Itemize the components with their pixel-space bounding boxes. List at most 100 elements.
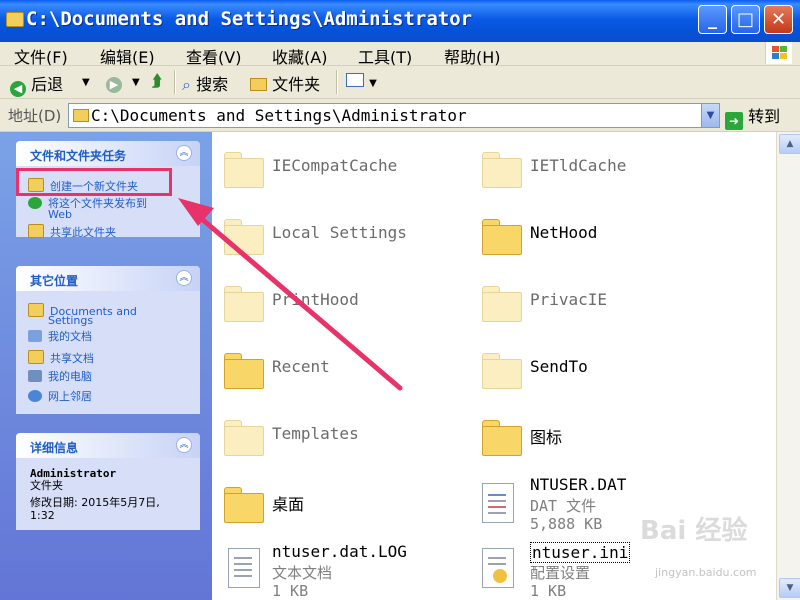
file-size: 1 KB	[530, 582, 567, 600]
views-button[interactable]: ▼	[346, 71, 377, 90]
details-modified-time: 1:32	[30, 509, 55, 522]
menu-favorites[interactable]: 收藏(A)	[272, 44, 327, 68]
tasks-panel-header[interactable]: 文件和文件夹任务 ︽	[16, 141, 200, 166]
file-name: NTUSER.DAT	[530, 475, 627, 494]
details-panel-header[interactable]: 详细信息 ︽	[16, 433, 200, 458]
file-item[interactable]: ntuser.dat.LOG 文本文档 1 KB	[224, 542, 454, 600]
details-panel-title: 详细信息	[30, 441, 79, 455]
folder-icon	[224, 286, 264, 322]
file-item[interactable]: Recent	[224, 353, 454, 393]
folder-icon	[73, 109, 89, 122]
up-folder-icon[interactable]: ⮭	[152, 71, 161, 91]
explorer-window: C:\Documents and Settings\Administrator …	[0, 0, 800, 600]
folder-icon	[224, 353, 264, 389]
place-my-computer[interactable]: 我的电脑	[28, 370, 92, 383]
details-type: 文件夹	[30, 479, 63, 492]
file-type: 文本文档	[272, 564, 333, 582]
back-arrow-icon: ◀	[10, 81, 26, 97]
file-item[interactable]: PrivacIE	[482, 286, 712, 326]
text-file-icon	[228, 548, 260, 588]
config-file-icon	[482, 548, 514, 588]
close-button[interactable]: ✕	[764, 5, 793, 34]
file-type: DAT 文件	[530, 497, 597, 515]
maximize-button[interactable]: □	[731, 5, 760, 34]
publish-web-link[interactable]: 将这个文件夹发布到	[28, 197, 147, 210]
go-button[interactable]: ➜ 转到	[725, 103, 780, 130]
collapse-icon[interactable]: ︽	[176, 145, 192, 161]
place-shared-documents[interactable]: 共享文档	[28, 350, 94, 365]
file-name: PrivacIE	[530, 290, 608, 309]
search-button[interactable]: ⌕ 搜索	[182, 71, 228, 95]
go-label: 转到	[748, 107, 781, 126]
folders-button[interactable]: 文件夹	[250, 71, 320, 95]
scroll-up-icon[interactable]: ▲	[779, 134, 800, 154]
menu-tools[interactable]: 工具(T)	[358, 44, 412, 68]
publish-web-label-line2[interactable]: Web	[48, 209, 72, 221]
task-pane: 文件和文件夹任务 ︽ 创建一个新文件夹 将这个文件夹发布到 Web 共享此文件夹…	[0, 132, 212, 600]
address-bar: 地址(D) C:\Documents and Settings\Administ…	[0, 99, 800, 132]
address-dropdown-icon[interactable]: ▼	[701, 104, 719, 127]
details-modified: 修改日期: 2015年5月7日,	[30, 496, 160, 509]
folder-icon	[482, 152, 522, 188]
toolbar-separator	[336, 70, 338, 94]
file-item[interactable]: Templates	[224, 420, 454, 460]
file-name: Recent	[272, 357, 330, 376]
place-my-documents-label: 我的文档	[48, 330, 92, 343]
folder-icon	[28, 303, 44, 317]
folder-icon	[224, 219, 264, 255]
folder-icon	[224, 420, 264, 456]
file-item[interactable]: 桌面	[224, 487, 454, 527]
file-item[interactable]: SendTo	[482, 353, 712, 393]
network-icon	[28, 390, 42, 402]
file-size: 5,888 KB	[530, 515, 603, 533]
folder-icon	[6, 12, 24, 27]
forward-dropdown-icon[interactable]: ▼	[132, 77, 140, 88]
file-item[interactable]: PrintHood	[224, 286, 454, 326]
file-name: 图标	[530, 428, 563, 447]
toolbar: ◀ 后退 ▼ ▶ ▼ ⮭ ⌕ 搜索 文件夹 ▼	[0, 66, 800, 99]
file-name: IETldCache	[530, 156, 627, 175]
address-value: C:\Documents and Settings\Administrator	[91, 106, 467, 125]
file-name: IECompatCache	[272, 156, 398, 175]
places-panel-title: 其它位置	[30, 274, 79, 288]
title-bar[interactable]: C:\Documents and Settings\Administrator …	[0, 0, 800, 43]
collapse-icon[interactable]: ︽	[176, 437, 192, 453]
share-folder-icon	[28, 224, 44, 238]
window-title: C:\Documents and Settings\Administrator	[26, 8, 473, 30]
vertical-scrollbar[interactable]: ▲ ▼	[776, 132, 800, 600]
place-my-documents[interactable]: 我的文档	[28, 330, 92, 343]
file-name: 桌面	[272, 495, 305, 514]
place-documents-settings-line2[interactable]: Settings	[48, 315, 93, 327]
place-network[interactable]: 网上邻居	[28, 390, 92, 403]
address-input[interactable]: C:\Documents and Settings\Administrator …	[68, 103, 720, 128]
my-documents-icon	[28, 330, 42, 342]
back-label: 后退	[31, 75, 64, 94]
back-button[interactable]: ◀ 后退	[10, 71, 63, 97]
places-panel-header[interactable]: 其它位置 ︽	[16, 266, 200, 291]
folder-icon	[482, 420, 522, 456]
file-item[interactable]: Local Settings	[224, 219, 454, 259]
my-computer-icon	[28, 370, 42, 382]
file-name: ntuser.ini	[530, 542, 631, 563]
forward-arrow-icon: ▶	[106, 77, 122, 93]
file-name: ntuser.dat.LOG	[272, 542, 407, 561]
scroll-down-icon[interactable]: ▼	[779, 578, 800, 598]
back-dropdown-icon[interactable]: ▼	[82, 77, 90, 88]
file-item[interactable]: IETldCache	[482, 152, 712, 192]
file-item[interactable]: NetHood	[482, 219, 712, 259]
views-icon	[346, 73, 364, 87]
minimize-button[interactable]: _	[698, 5, 727, 34]
share-folder-link[interactable]: 共享此文件夹	[28, 224, 116, 239]
file-item[interactable]: 图标	[482, 420, 712, 460]
forward-button[interactable]: ▶	[106, 71, 122, 93]
file-item[interactable]: IECompatCache	[224, 152, 454, 192]
toolbar-separator	[174, 70, 176, 94]
menu-file[interactable]: 文件(F)	[14, 44, 68, 68]
menu-edit[interactable]: 编辑(E)	[100, 44, 155, 68]
file-name: Local Settings	[272, 223, 407, 242]
menu-help[interactable]: 帮助(H)	[444, 44, 501, 68]
collapse-icon[interactable]: ︽	[176, 270, 192, 286]
menu-view[interactable]: 查看(V)	[186, 44, 241, 68]
watermark-url: jingyan.baidu.com	[655, 566, 757, 579]
search-label: 搜索	[196, 75, 229, 94]
